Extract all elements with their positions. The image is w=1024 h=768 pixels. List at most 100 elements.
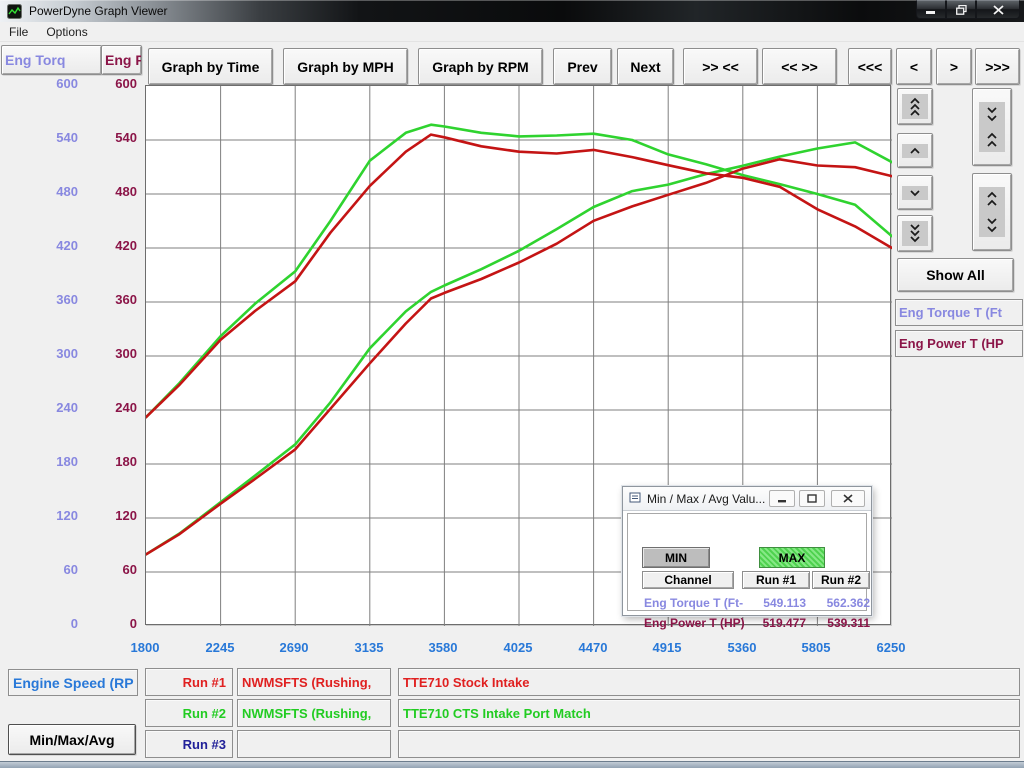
minmax-run1-value: 519.477 [740,616,806,630]
y-tick-power: 240 [90,400,137,415]
chevrons-collapse-icon [979,102,1005,152]
restore-button[interactable] [946,0,976,19]
power-channel-button[interactable]: Eng Powe [101,45,142,75]
dialog-icon [629,490,642,508]
right-torque-channel-label: Eng Torque T (Ft [895,299,1023,326]
y-tick-torque: 300 [30,346,78,361]
x-tick-rpm: 4025 [493,640,543,655]
x-tick-rpm: 5360 [717,640,767,655]
chevron-up-icon [902,144,928,158]
app-icon [7,4,22,19]
y-tick-power: 360 [90,292,137,307]
minmax-col-header: Run #2 [812,571,870,589]
run-label-box: Run #1 [145,668,233,696]
scroll-left-button[interactable]: < [896,48,932,85]
x-tick-rpm: 4915 [642,640,692,655]
dialog-close-button[interactable] [831,490,865,507]
y-tick-power: 420 [90,238,137,253]
minmax-avg-button[interactable]: Min/Max/Avg [8,724,136,755]
x-tick-rpm: 1800 [120,640,170,655]
torque-channel-button[interactable]: Eng Torq [1,45,102,75]
y-tick-torque: 360 [30,292,78,307]
dialog-restore-button[interactable] [799,490,825,507]
triple-chevron-up-icon [902,94,928,119]
y-tick-power: 540 [90,130,137,145]
chevrons-expand-icon [979,187,1005,237]
max-toggle-button[interactable]: MAX [759,547,825,568]
dyno-name-box [237,730,391,758]
dyno-name-box: NWMSFTS (Rushing, [237,668,391,696]
y-tick-torque: 0 [30,616,78,631]
min-toggle-button[interactable]: MIN [642,547,710,568]
zoom-in-vertical-button[interactable] [972,88,1012,166]
y-tick-power: 120 [90,508,137,523]
minmax-run2-value: 539.311 [808,616,870,630]
minmax-dialog: Min / Max / Avg Valu... MIN MAX Channel R… [622,486,872,616]
y-tick-torque: 600 [30,76,78,91]
minmax-dialog-title: Min / Max / Avg Valu... [647,492,765,506]
menu-file[interactable]: File [0,25,37,39]
right-power-channel-label: Eng Power T (HP [895,330,1023,357]
minmax-run1-value: 549.113 [740,596,806,610]
close-button[interactable] [976,0,1020,19]
x-tick-rpm: 6250 [866,640,916,655]
graph-by-rpm-button[interactable]: Graph by RPM [418,48,543,85]
graph-by-time-button[interactable]: Graph by Time [148,48,273,85]
graph-by-mph-button[interactable]: Graph by MPH [283,48,408,85]
next-button[interactable]: Next [617,48,674,85]
scroll-up-fast-button[interactable] [897,88,933,125]
window-title: PowerDyne Graph Viewer [29,4,168,18]
x-tick-rpm: 2690 [269,640,319,655]
minmax-dialog-body: MIN MAX Channel Run #1Run #2 Eng Torque T … [627,513,867,611]
y-tick-power: 480 [90,184,137,199]
x-tick-rpm: 5805 [791,640,841,655]
run-label-box: Run #3 [145,730,233,758]
zoom-in-x-button[interactable]: >> << [683,48,758,85]
scroll-down-fast-button[interactable] [897,215,933,252]
scroll-right-button[interactable]: > [936,48,972,85]
y-tick-power: 180 [90,454,137,469]
y-tick-torque: 180 [30,454,78,469]
run-label-box: Run #2 [145,699,233,727]
scroll-left-fast-button[interactable]: <<< [848,48,892,85]
chevron-down-icon [902,186,928,200]
dialog-minimize-button[interactable] [769,490,795,507]
prev-button[interactable]: Prev [553,48,612,85]
y-tick-torque: 60 [30,562,78,577]
run-description-box: TTE710 Stock Intake [398,668,1020,696]
run-description-box: TTE710 CTS Intake Port Match [398,699,1020,727]
minmax-col-header: Run #1 [742,571,810,589]
title-bar[interactable]: PowerDyne Graph Viewer [0,0,1024,22]
x-tick-rpm: 2245 [195,640,245,655]
y-tick-power: 300 [90,346,137,361]
minmax-col-header: Channel [642,571,734,589]
y-tick-torque: 480 [30,184,78,199]
x-tick-rpm: 4470 [568,640,618,655]
window-bottom-border [0,761,1024,768]
zoom-out-x-button[interactable]: << >> [762,48,837,85]
x-axis-channel-box: Engine Speed (RP [8,669,138,696]
minimize-button[interactable] [916,0,946,19]
x-tick-rpm: 3135 [344,640,394,655]
y-tick-torque: 240 [30,400,78,415]
y-tick-power: 600 [90,76,137,91]
show-all-button[interactable]: Show All [897,258,1014,292]
y-tick-torque: 420 [30,238,78,253]
dyno-name-box: NWMSFTS (Rushing, [237,699,391,727]
zoom-out-vertical-button[interactable] [972,173,1012,251]
scroll-right-fast-button[interactable]: >>> [975,48,1020,85]
minmax-channel-label: Eng Torque T (Ft- [644,596,744,610]
minmax-run2-value: 562.362 [808,596,870,610]
x-tick-rpm: 3580 [418,640,468,655]
minmax-dialog-title-bar[interactable]: Min / Max / Avg Valu... [623,487,871,511]
scroll-up-button[interactable] [897,133,933,168]
run-description-box [398,730,1020,758]
y-tick-power: 0 [90,616,137,631]
y-tick-torque: 540 [30,130,78,145]
menu-options[interactable]: Options [37,25,96,39]
y-tick-power: 60 [90,562,137,577]
powerdyne-window: PowerDyne Graph Viewer File Options Eng … [0,0,1024,768]
scroll-down-button[interactable] [897,175,933,210]
menu-bar: File Options [0,22,1024,42]
triple-chevron-down-icon [902,221,928,246]
